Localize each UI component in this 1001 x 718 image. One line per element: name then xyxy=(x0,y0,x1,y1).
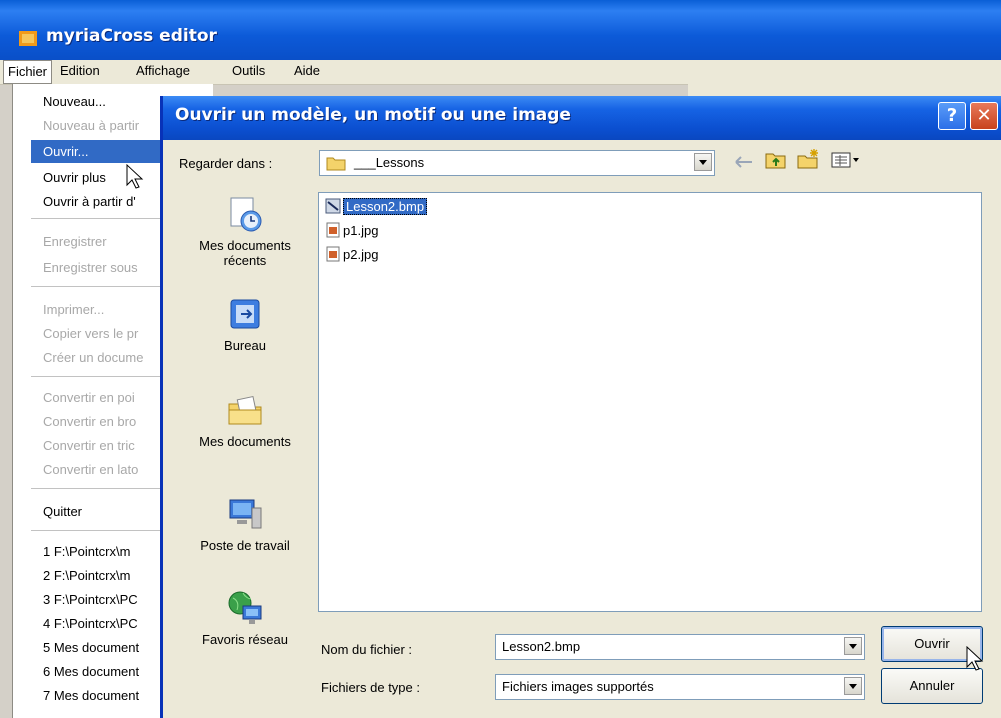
filename-input[interactable]: Lesson2.bmp xyxy=(495,634,865,660)
my-computer-icon xyxy=(229,499,262,529)
place-desktop-label: Bureau xyxy=(224,338,266,353)
file-name: p1.jpg xyxy=(343,223,379,238)
filetype-value: Fichiers images supportés xyxy=(502,679,654,694)
place-desktop[interactable]: Bureau xyxy=(185,294,305,353)
mouse-cursor-icon xyxy=(126,164,144,189)
cancel-button[interactable]: Annuler xyxy=(881,668,983,704)
place-recent[interactable]: Mes documents récents xyxy=(185,194,305,268)
place-network[interactable]: Favoris réseau xyxy=(185,588,305,647)
menubar: Fichier Edition Affichage Outils Aide xyxy=(0,60,1001,85)
file-item-p2[interactable]: p2.jpg xyxy=(325,245,378,265)
jpg-file-icon xyxy=(326,222,340,238)
jpg-file-icon xyxy=(326,246,340,262)
bmp-file-icon xyxy=(325,198,341,214)
file-list[interactable]: Lesson2.bmp p1.jpg p2.jpg xyxy=(318,192,982,612)
place-my-documents-label: Mes documents xyxy=(199,434,291,449)
my-documents-icon xyxy=(228,395,262,425)
dialog-titlebar[interactable]: Ouvrir un modèle, un motif ou une image … xyxy=(163,96,1001,140)
filename-label: Nom du fichier : xyxy=(321,642,413,657)
chevron-down-icon[interactable] xyxy=(844,637,862,655)
close-button[interactable]: ✕ xyxy=(970,102,998,130)
menu-outils[interactable]: Outils xyxy=(232,63,265,78)
menu-affichage[interactable]: Affichage xyxy=(136,63,190,78)
look-in-value: ___Lessons xyxy=(354,155,425,170)
filename-value: Lesson2.bmp xyxy=(502,639,581,654)
place-my-computer-label: Poste de travail xyxy=(200,538,290,553)
filetype-label: Fichiers de type : xyxy=(321,680,420,695)
network-places-icon xyxy=(228,591,262,624)
menu-edition[interactable]: Edition xyxy=(60,63,100,78)
app-titlebar: myriaCross editor xyxy=(0,0,1001,60)
new-folder-icon[interactable] xyxy=(797,148,821,170)
file-name: p2.jpg xyxy=(343,247,379,262)
file-item-lesson2[interactable]: Lesson2.bmp xyxy=(325,197,428,217)
file-name: Lesson2.bmp xyxy=(343,198,428,215)
back-icon[interactable] xyxy=(733,154,755,170)
look-in-label: Regarder dans : xyxy=(179,156,273,171)
place-my-documents[interactable]: Mes documents xyxy=(185,390,305,449)
mouse-cursor-icon xyxy=(966,646,984,671)
look-in-select[interactable]: ___Lessons xyxy=(319,150,715,176)
folder-icon xyxy=(326,157,346,171)
app-title: myriaCross editor xyxy=(46,26,217,46)
help-button[interactable]: ? xyxy=(938,102,966,130)
view-menu-icon[interactable] xyxy=(831,152,861,168)
place-recent-label: Mes documents récents xyxy=(199,238,291,268)
desktop-icon xyxy=(230,299,260,329)
app-background xyxy=(688,84,1001,96)
chevron-down-icon[interactable] xyxy=(844,677,862,695)
menu-fichier[interactable]: Fichier xyxy=(3,60,53,84)
dialog-title: Ouvrir un modèle, un motif ou une image xyxy=(175,105,571,125)
recent-documents-icon xyxy=(230,197,262,232)
place-my-computer[interactable]: Poste de travail xyxy=(185,494,305,553)
chevron-down-icon[interactable] xyxy=(694,153,712,171)
app-logo-icon xyxy=(19,31,37,46)
place-network-label: Favoris réseau xyxy=(202,632,288,647)
up-folder-icon[interactable] xyxy=(765,150,787,170)
filetype-select[interactable]: Fichiers images supportés xyxy=(495,674,865,700)
file-item-p1[interactable]: p1.jpg xyxy=(325,221,378,241)
open-file-dialog: Ouvrir un modèle, un motif ou une image … xyxy=(160,96,1001,718)
menu-aide[interactable]: Aide xyxy=(294,63,320,78)
